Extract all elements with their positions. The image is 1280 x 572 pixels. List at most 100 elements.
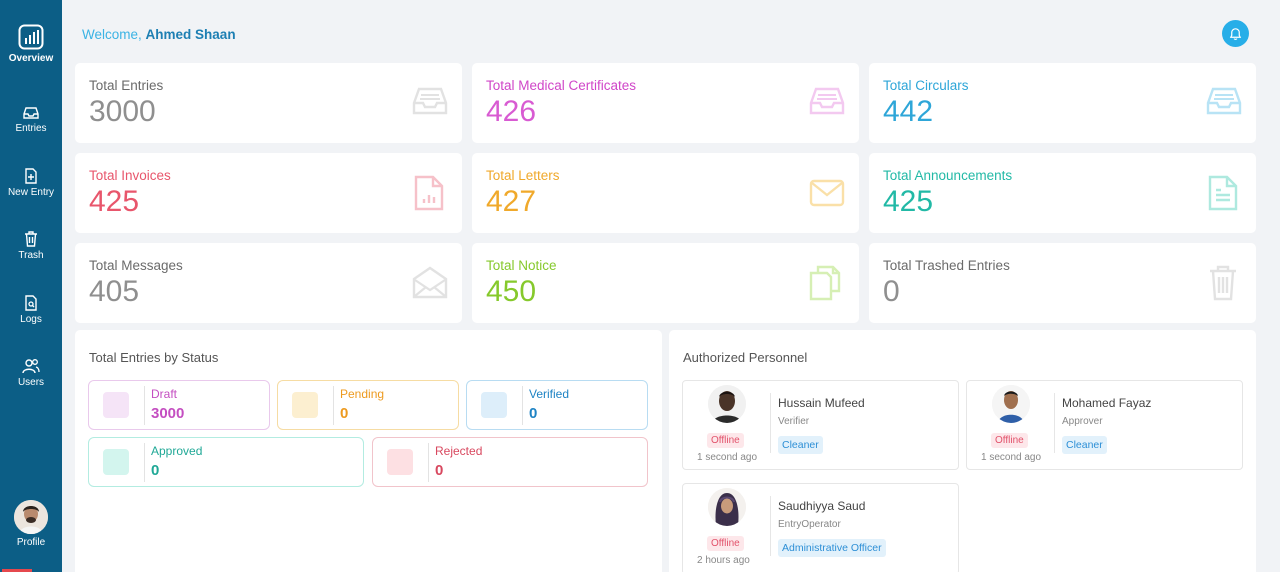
divider [333,386,334,425]
welcome-prefix: Welcome, [82,27,142,42]
person-role: EntryOperator [778,519,841,530]
status-badge: Offline [707,536,744,551]
copy-icon [809,265,841,301]
stat-title: Total Letters [486,168,560,183]
status-approved[interactable]: Approved 0 [88,437,364,487]
avatar [14,500,48,534]
sidebar-item-label: Logs [20,314,42,325]
stat-title: Total Notice [486,258,557,273]
profile-label: Profile [16,537,46,548]
personnel-card[interactable]: Offline 2 hours ago Saudhiyya Saud Entry… [682,483,959,572]
sidebar-item-trash[interactable]: Trash [0,231,62,261]
stat-value: 442 [883,95,934,128]
sidebar-item-label: New Entry [7,187,55,198]
sidebar-item-label: Entries [15,123,47,134]
department-tag: Administrative Officer [778,539,886,557]
notification-button[interactable] [1222,20,1249,47]
avatar [708,488,746,526]
status-label: Approved [151,444,203,458]
file-chart-icon [414,175,444,211]
divider [144,386,145,425]
bell-icon [1229,28,1242,40]
last-seen: 2 hours ago [697,555,750,566]
divider [770,393,771,453]
divider [144,443,145,482]
stat-value: 426 [486,95,537,128]
status-label: Rejected [435,444,483,458]
inbox-icon [412,87,448,115]
stat-card-announcements[interactable]: Total Announcements 425 [869,153,1256,233]
stat-title: Total Trashed Entries [883,258,1010,273]
stat-card-invoices[interactable]: Total Invoices 425 [75,153,462,233]
sidebar: Overview Entries New Entry Trash Logs Us… [0,0,62,572]
avatar [992,385,1030,423]
stat-card-total-entries[interactable]: Total Entries 3000 [75,63,462,143]
divider [522,386,523,425]
stat-value: 0 [883,275,900,308]
sidebar-item-label: Users [17,377,45,388]
envelope-icon [809,179,845,207]
users-icon [22,359,40,374]
inbox-icon [23,107,39,119]
stat-title: Total Messages [89,258,183,273]
status-badge: Offline [707,433,744,448]
panel-title: Total Entries by Status [89,350,219,365]
welcome-message: Welcome, Ahmed Shaan [82,27,236,42]
status-swatch [387,449,413,475]
stat-card-circulars[interactable]: Total Circulars 442 [869,63,1256,143]
sidebar-item-label: Overview [8,53,54,64]
status-verified[interactable]: Verified 0 [466,380,648,430]
person-role: Verifier [778,416,810,427]
sidebar-item-new-entry[interactable]: New Entry [0,168,62,198]
person-name: Mohamed Fayaz [1062,396,1152,410]
sidebar-profile[interactable]: Profile [0,500,62,548]
status-draft[interactable]: Draft 3000 [88,380,270,430]
stat-value: 3000 [89,95,156,128]
department-tag: Cleaner [1062,436,1107,454]
sidebar-item-logs[interactable]: Logs [0,295,62,325]
stat-title: Total Invoices [89,168,171,183]
stat-title: Total Medical Certificates [486,78,637,93]
stat-value: 427 [486,185,537,218]
stat-card-letters[interactable]: Total Letters 427 [472,153,859,233]
status-swatch [103,392,129,418]
file-text-icon [1208,175,1238,211]
chart-icon [18,24,44,50]
personnel-card[interactable]: Offline 1 second ago Mohamed Fayaz Appro… [966,380,1243,470]
stat-card-trashed-entries[interactable]: Total Trashed Entries 0 [869,243,1256,323]
stat-value: 425 [883,185,934,218]
envelope-open-icon [412,266,448,299]
stat-value: 425 [89,185,140,218]
authorized-personnel-panel: Authorized Personnel Offline 1 second ag… [669,330,1256,572]
trash-icon [1210,265,1236,301]
stat-card-notice[interactable]: Total Notice 450 [472,243,859,323]
status-label: Draft [151,387,178,401]
status-label: Pending [340,387,385,401]
last-seen: 1 second ago [981,452,1042,463]
stat-title: Total Announcements [883,168,1013,183]
sidebar-item-entries[interactable]: Entries [0,106,62,134]
stat-title: Total Entries [89,78,164,93]
status-pending[interactable]: Pending 0 [277,380,459,430]
status-count: 0 [435,462,444,479]
status-count: 0 [340,405,349,422]
entries-by-status-panel: Total Entries by Status Draft 3000 Pendi… [75,330,662,572]
sidebar-item-label: Trash [18,250,44,261]
status-label: Verified [529,387,570,401]
status-badge: Offline [991,433,1028,448]
person-role: Approver [1062,416,1103,427]
status-count: 0 [529,405,538,422]
stat-card-messages[interactable]: Total Messages 405 [75,243,462,323]
file-search-icon [25,295,37,311]
divider [1054,393,1055,453]
personnel-card[interactable]: Offline 1 second ago Hussain Mufeed Veri… [682,380,959,470]
divider [770,496,771,556]
status-count: 0 [151,462,160,479]
sidebar-item-users[interactable]: Users [0,358,62,388]
stat-card-medical-certificates[interactable]: Total Medical Certificates 426 [472,63,859,143]
stat-value: 450 [486,275,537,308]
status-rejected[interactable]: Rejected 0 [372,437,648,487]
sidebar-item-overview[interactable]: Overview [0,24,62,64]
divider [428,443,429,482]
last-seen: 1 second ago [697,452,758,463]
